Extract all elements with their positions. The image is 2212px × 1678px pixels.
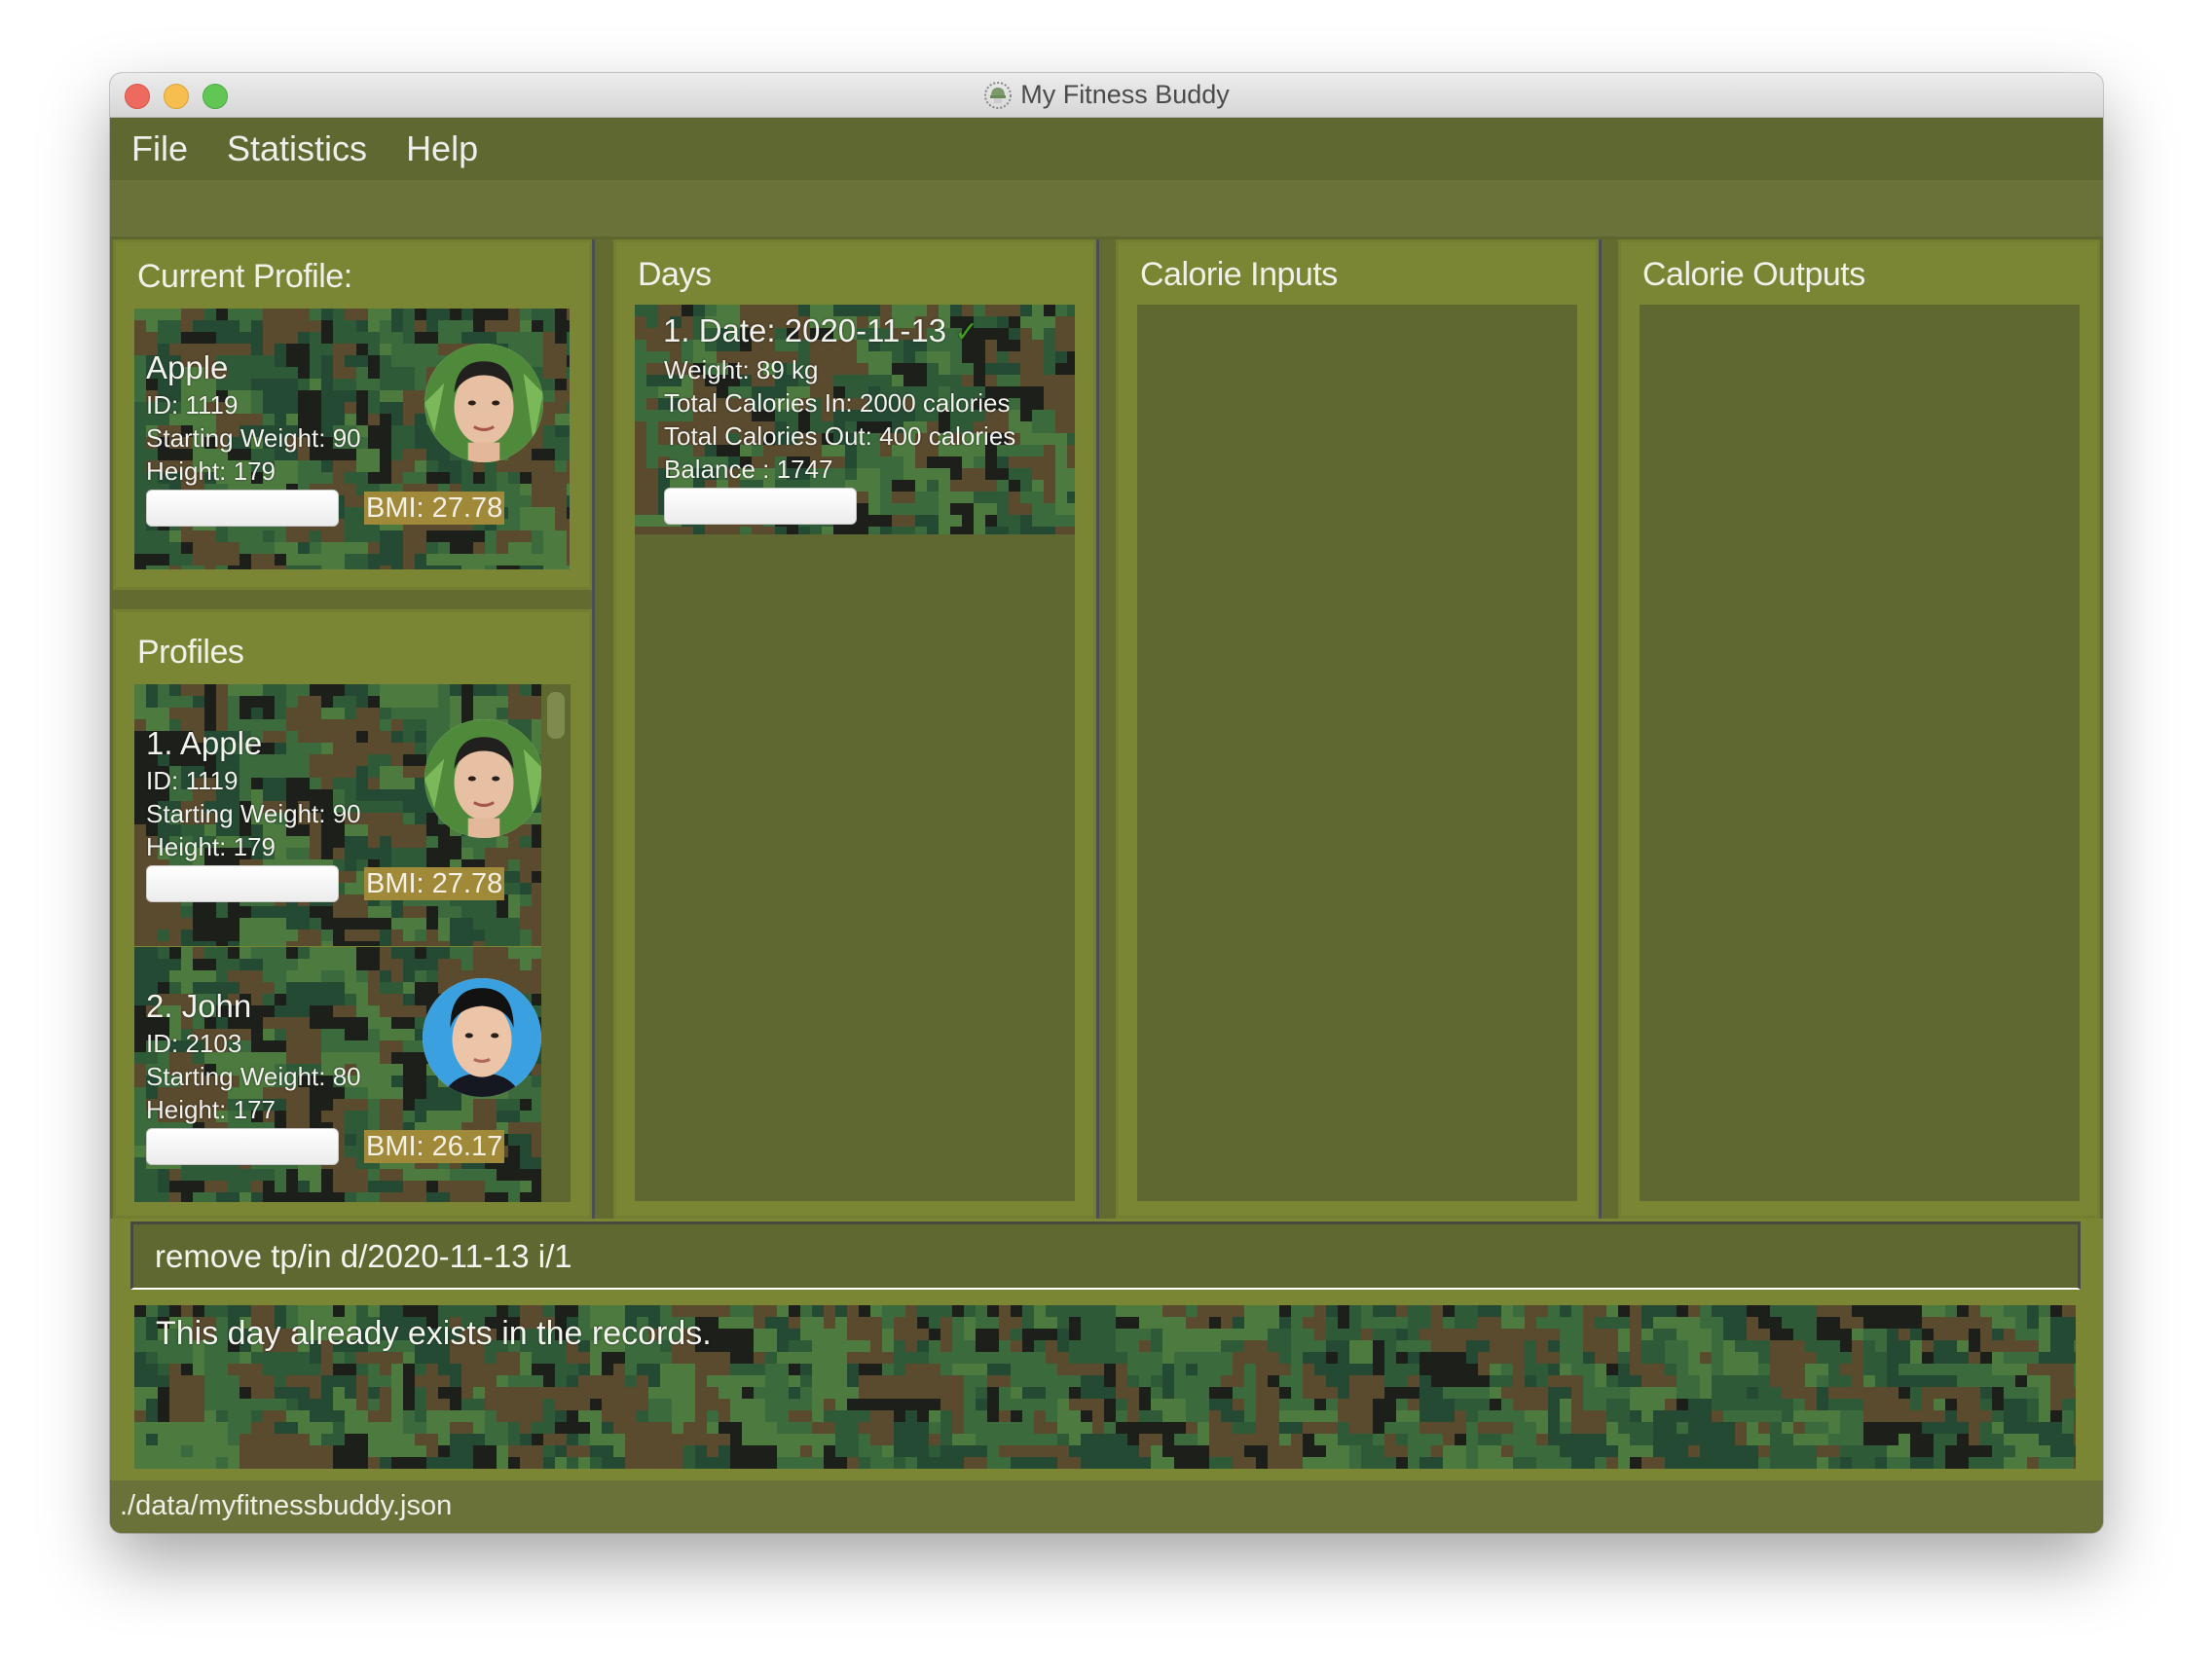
day-balance: Balance : 1747 xyxy=(664,455,833,484)
result-area: This day already exists in the records. xyxy=(110,1292,2103,1480)
app-window: My Fitness Buddy File Statistics Help Cu… xyxy=(110,73,2103,1533)
bmi-badge: BMI: 27.78 xyxy=(364,492,505,525)
profile-starting-weight: Starting Weight: 90 xyxy=(146,799,361,828)
helmet-logo-icon xyxy=(983,81,1013,110)
day-progress-bar xyxy=(664,488,857,525)
profiles-list[interactable]: 1. Apple ID: 1119 Starting Weight: 90 He… xyxy=(134,684,571,1202)
profile-card[interactable]: 1. Apple ID: 1119 Starting Weight: 90 He… xyxy=(134,684,541,946)
avatar-john xyxy=(423,978,541,1097)
avatar-apple xyxy=(424,719,541,838)
window-title: My Fitness Buddy xyxy=(1020,80,1230,109)
column-divider xyxy=(592,239,595,1222)
day-date: 1. Date: 2020-11-13 xyxy=(663,312,947,348)
menu-statistics[interactable]: Statistics xyxy=(227,128,367,169)
profile-progress-bar xyxy=(146,1128,339,1165)
days-heading: Days xyxy=(638,256,712,293)
profiles-scrollbar[interactable] xyxy=(541,684,571,1202)
window-title-group: My Fitness Buddy xyxy=(110,73,2103,117)
bmi-badge: BMI: 26.17 xyxy=(364,1130,505,1163)
current-profile-card: Apple ID: 1119 Starting Weight: 90 Heigh… xyxy=(134,309,570,569)
profile-id: ID: 1119 xyxy=(146,766,239,795)
profiles-heading: Profiles xyxy=(137,634,244,671)
profile-name: 1. Apple xyxy=(146,725,263,761)
day-title: 1. Date: 2020-11-13 ✓ xyxy=(663,312,978,349)
profile-height: Height: 177 xyxy=(146,1095,276,1124)
profiles-panel: Profiles 1. Apple ID: 1119 Starting Weig… xyxy=(113,609,592,1219)
profile-id: ID: 2103 xyxy=(146,1029,242,1058)
calorie-inputs-panel: Calorie Inputs xyxy=(1116,239,1599,1219)
toolbar-strip xyxy=(110,180,2103,239)
avatar-apple xyxy=(424,344,543,462)
column-divider xyxy=(1599,239,1602,1222)
profiles-scroll-thumb[interactable] xyxy=(547,692,565,739)
bmi-badge: BMI: 27.78 xyxy=(364,867,505,900)
day-card[interactable]: 1. Date: 2020-11-13 ✓ Weight: 89 kg Total… xyxy=(635,305,1075,534)
menu-help[interactable]: Help xyxy=(406,128,478,169)
calorie-outputs-heading: Calorie Outputs xyxy=(1642,256,1865,293)
current-profile-heading: Current Profile: xyxy=(137,258,352,295)
day-calories-out: Total Calories Out: 400 calories xyxy=(664,421,1016,451)
command-input[interactable] xyxy=(133,1224,2078,1288)
day-calories-in: Total Calories In: 2000 calories xyxy=(664,388,1011,418)
column-divider xyxy=(1096,239,1099,1222)
avatar-apple-image xyxy=(424,719,541,838)
current-profile-panel: Current Profile: Apple ID: 1119 Starting… xyxy=(113,239,592,590)
profile-card[interactable]: 2. John ID: 2103 Starting Weight: 80 Hei… xyxy=(134,947,541,1202)
profile-name: Apple xyxy=(146,349,229,385)
status-bar: ./data/myfitnessbuddy.json xyxy=(110,1480,2103,1533)
result-message: This day already exists in the records. xyxy=(156,1315,712,1352)
calorie-inputs-list[interactable] xyxy=(1137,305,1577,1201)
command-box xyxy=(130,1222,2081,1290)
menu-file[interactable]: File xyxy=(131,128,188,169)
profile-starting-weight: Starting Weight: 90 xyxy=(146,423,361,453)
calorie-inputs-heading: Calorie Inputs xyxy=(1140,256,1338,293)
profile-height: Height: 179 xyxy=(146,456,276,486)
avatar-john-image xyxy=(423,978,541,1097)
check-icon: ✓ xyxy=(954,316,979,348)
profile-height: Height: 179 xyxy=(146,832,276,861)
profile-starting-weight: Starting Weight: 80 xyxy=(146,1062,361,1091)
profile-progress-bar xyxy=(146,865,339,902)
avatar-apple-image xyxy=(424,344,543,462)
day-weight: Weight: 89 kg xyxy=(664,355,819,384)
profile-id: ID: 1119 xyxy=(146,390,239,420)
profile-name: 2. John xyxy=(146,988,252,1024)
left-column-divider xyxy=(113,590,592,609)
title-bar: My Fitness Buddy xyxy=(110,73,2103,118)
calorie-outputs-list[interactable] xyxy=(1640,305,2080,1201)
save-location: ./data/myfitnessbuddy.json xyxy=(120,1490,453,1521)
menu-bar: File Statistics Help xyxy=(110,118,2103,180)
profile-progress-bar xyxy=(146,490,339,527)
days-panel: Days 1. Date: 2020-11-13 ✓ Weight: 89 kg … xyxy=(613,239,1096,1219)
result-display: This day already exists in the records. xyxy=(134,1305,2076,1469)
calorie-outputs-panel: Calorie Outputs xyxy=(1618,239,2100,1219)
